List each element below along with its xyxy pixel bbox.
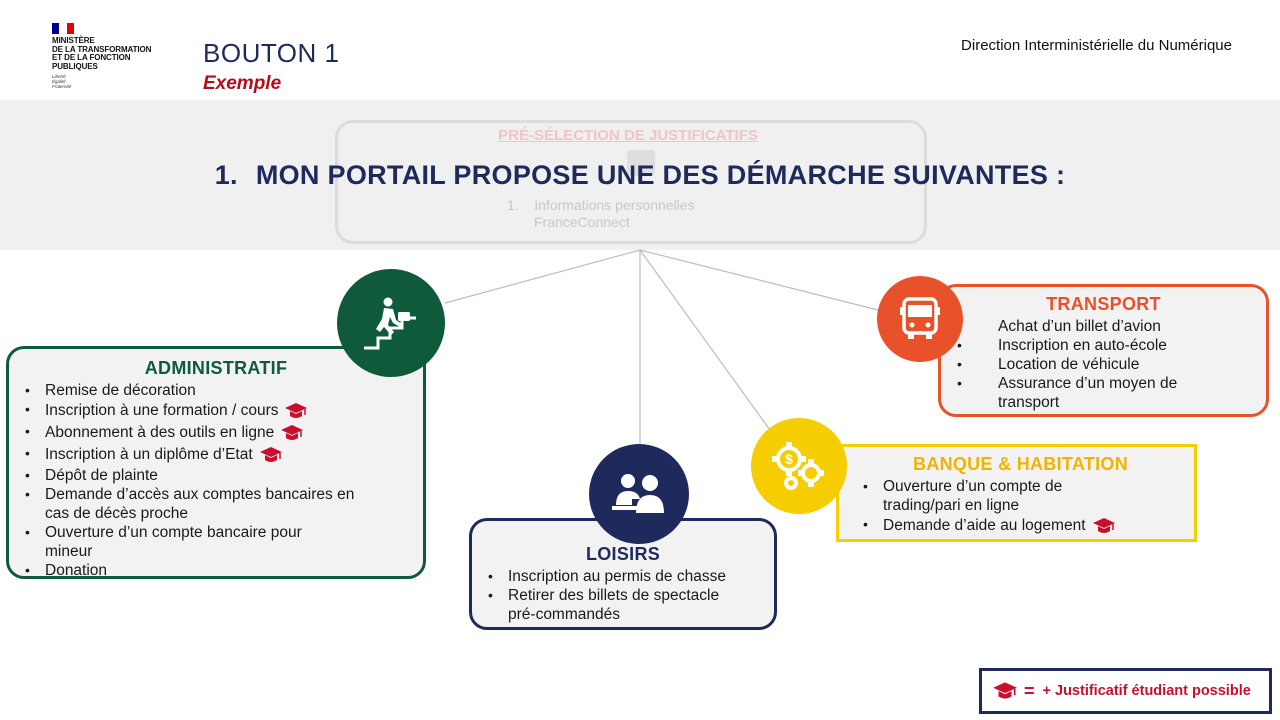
connector-administratif — [444, 249, 641, 304]
list-item: Demande d’accès aux comptes bancaires en… — [9, 485, 365, 523]
list-item: Inscription en auto-école — [941, 336, 1266, 355]
businessman-climbing-stairs-icon — [364, 297, 416, 350]
list-item: Donation — [9, 561, 423, 580]
administratif-box: ADMINISTRATIF Remise de décoration Inscr… — [6, 346, 426, 580]
list-item: Abonnement à des outils en ligne — [9, 422, 423, 444]
list-item: Retirer des billets de spectacle pré-com… — [472, 586, 738, 624]
list-item: Inscription au permis de chasse — [472, 567, 774, 586]
transport-box: TRANSPORT Achat d’un billet d’avion Insc… — [938, 284, 1269, 417]
banque-icon-circle: $ — [751, 418, 847, 514]
graduation-cap-icon — [285, 403, 308, 418]
list-item: Remise de décoration — [9, 381, 423, 400]
ministry-name: MINISTÈRE DE LA TRANSFORMATION ET DE LA … — [52, 36, 152, 71]
connector-transport — [639, 249, 879, 311]
slide-title: BOUTON 1 — [203, 38, 340, 68]
faded-card-item: 1. Informations personnelles FranceConne… — [507, 197, 695, 230]
question-heading: 1. MON PORTAIL PROPOSE UNE DES DÉMARCHE S… — [214, 160, 1066, 190]
graduation-cap-icon — [259, 447, 282, 462]
loisirs-icon-circle — [589, 444, 689, 544]
loisirs-title: LOISIRS — [585, 544, 661, 564]
list-item: Ouverture d’un compte bancaire pour mine… — [9, 523, 345, 561]
list-item: Dépôt de plainte — [9, 466, 423, 485]
transport-list: Achat d’un billet d’avion Inscription en… — [941, 317, 1266, 412]
connector-banque — [639, 249, 771, 431]
svg-text:$: $ — [785, 451, 793, 467]
bus-icon — [900, 297, 940, 339]
banque-list: Ouverture d’un compte de trading/pari en… — [847, 477, 1194, 537]
list-item: Inscription à un diplôme d’Etat — [9, 444, 423, 466]
slide-subtitle: Exemple — [203, 73, 282, 94]
people-at-laptop-icon — [612, 474, 664, 513]
transport-icon-circle — [877, 276, 963, 362]
list-item: Achat d’un billet d’avion — [941, 317, 1266, 336]
gears-dollar-icon: $ — [772, 442, 824, 490]
legend-box: = + Justificatif étudiant possible — [979, 668, 1272, 714]
transport-title: TRANSPORT — [1046, 294, 1161, 314]
list-item: Ouverture d’un compte de trading/pari en… — [847, 477, 1123, 515]
graduation-cap-icon — [993, 682, 1017, 699]
loisirs-list: Inscription au permis de chasse Retirer … — [472, 567, 774, 624]
graduation-cap-icon — [1092, 518, 1115, 533]
administratif-list: Remise de décoration Inscription à une f… — [9, 381, 423, 580]
faded-card-title: PRÉ-SÉLECTION DE JUSTIFICATIFS — [498, 127, 758, 144]
legend-text: + Justificatif étudiant possible — [1042, 683, 1251, 699]
graduation-cap-icon — [281, 425, 304, 440]
banque-title: BANQUE & HABITATION — [912, 454, 1129, 474]
list-item: Location de véhicule — [941, 355, 1266, 374]
banque-box: BANQUE & HABITATION Ouverture d’un compt… — [836, 444, 1197, 542]
legend-equals: = — [1024, 680, 1035, 701]
marianne-flag-logo — [52, 23, 74, 34]
administratif-icon-circle — [337, 269, 445, 377]
list-item: Assurance d’un moyen de transport — [941, 374, 1198, 412]
republic-motto: Liberté Égalité Fraternité — [52, 74, 72, 89]
list-item: Demande d’aide au logement — [847, 515, 1194, 537]
list-item: Inscription à une formation / cours — [9, 400, 423, 422]
direction-label: Direction Interministérielle du Numériqu… — [961, 37, 1232, 54]
